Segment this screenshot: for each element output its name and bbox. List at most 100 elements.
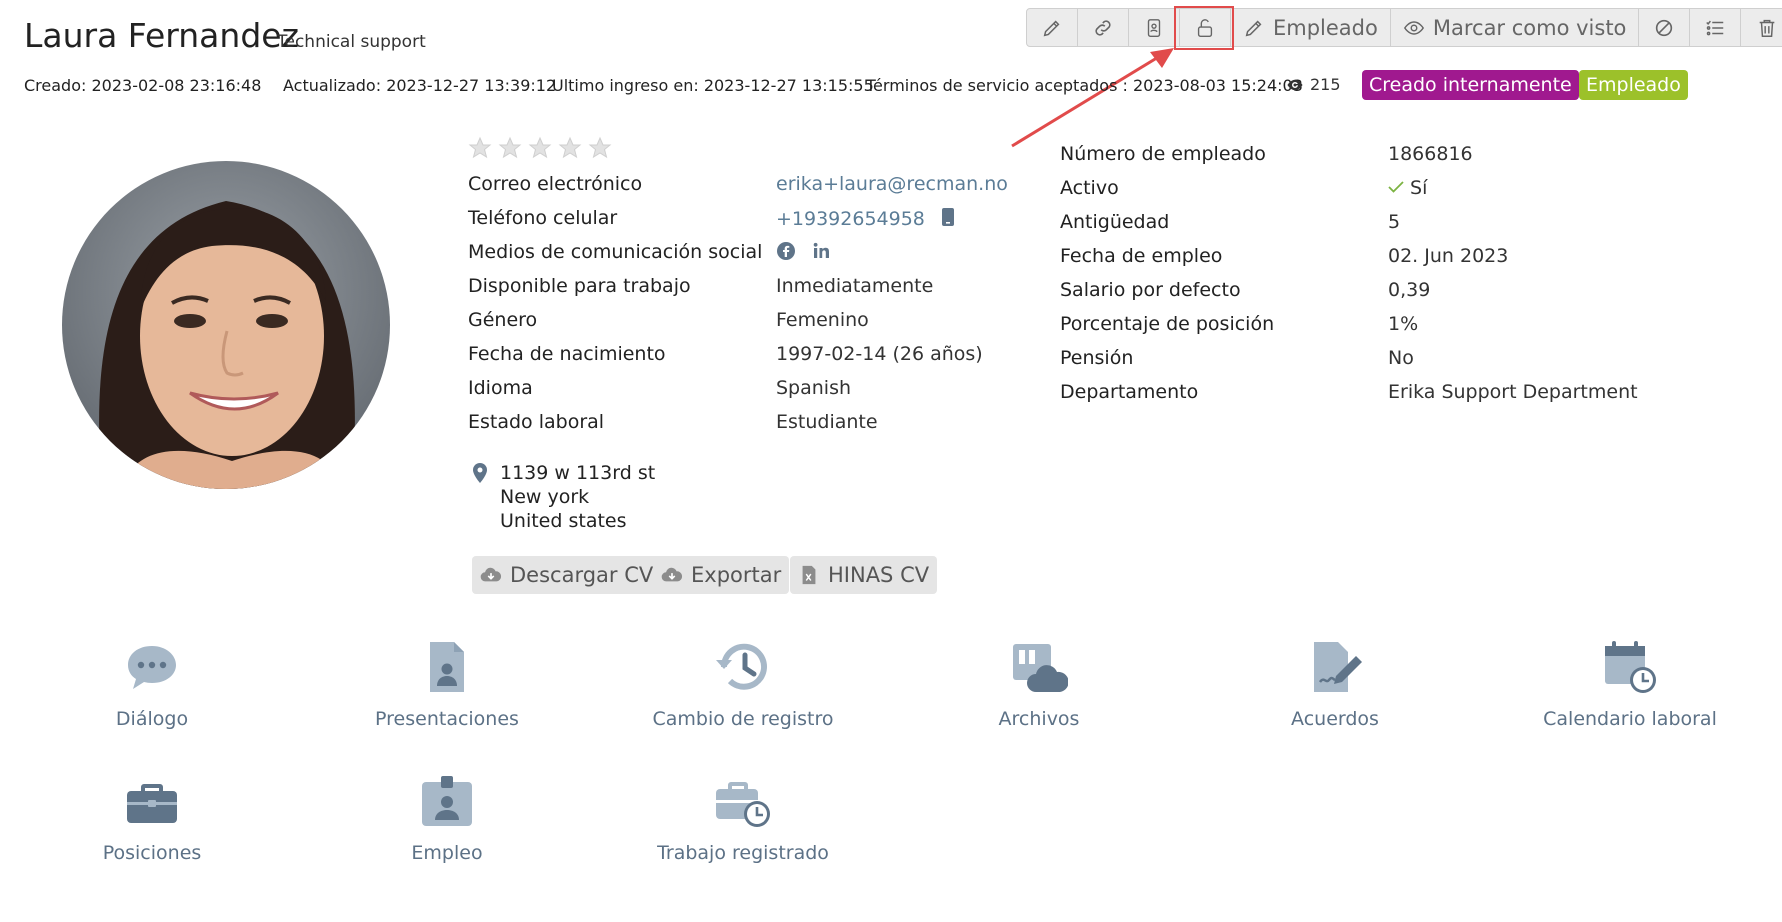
department-label: Departamento [1060, 381, 1199, 403]
badge-person-icon [422, 776, 472, 826]
employment-date-label: Fecha de empleo [1060, 245, 1223, 267]
tile-agreements-label: Acuerdos [1291, 708, 1379, 730]
tile-agreements[interactable]: Acuerdos [1215, 638, 1455, 730]
address-line-2: New york [500, 486, 590, 508]
download-cv-label: Descargar CV [510, 563, 654, 587]
tile-files-label: Archivos [998, 708, 1080, 730]
tile-dialogue-label: Diálogo [115, 708, 189, 730]
tile-presentations-label: Presentaciones [375, 708, 519, 730]
cloud-download-icon [661, 567, 683, 582]
mobile-phone-icon [941, 208, 954, 226]
action-toolbar: Empleado Marcar como visto [1026, 8, 1782, 47]
social-media-label: Medios de comunicación social [468, 241, 763, 263]
tile-change-log[interactable]: Cambio de registro [623, 638, 863, 730]
tile-dialogue[interactable]: Diálogo [32, 638, 272, 730]
star-icon[interactable] [498, 136, 522, 160]
active-value: Sí [1388, 177, 1427, 199]
position-percentage-label: Porcentaje de posición [1060, 313, 1275, 335]
hinas-cv-button[interactable]: HINAS CV [790, 556, 938, 594]
tile-employment-label: Empleo [411, 842, 483, 864]
star-icon[interactable] [588, 136, 612, 160]
list-settings-button[interactable] [1690, 9, 1742, 46]
employee-role: Technical support [277, 32, 426, 52]
position-percentage-value: 1% [1388, 313, 1419, 335]
active-label: Activo [1060, 177, 1119, 199]
employee-number-label: Número de empleado [1060, 143, 1266, 165]
star-icon[interactable] [558, 136, 582, 160]
pencil-icon [1245, 20, 1262, 36]
tile-positions[interactable]: Posiciones [32, 772, 272, 864]
hinas-cv-label: HINAS CV [828, 563, 930, 587]
link-button[interactable] [1078, 9, 1129, 46]
list-settings-icon [1706, 20, 1724, 35]
tile-registered-work-label: Trabajo registrado [657, 842, 829, 864]
active-value-text: Sí [1410, 177, 1428, 199]
contact-card-button[interactable] [1129, 9, 1180, 46]
facebook-icon[interactable] [776, 241, 796, 261]
download-cv-button[interactable]: Descargar CV [472, 556, 662, 594]
trash-icon [1759, 19, 1775, 37]
default-salary-label: Salario por defecto [1060, 279, 1241, 301]
tile-presentations[interactable]: Presentaciones [327, 638, 567, 730]
language-label: Idioma [468, 377, 533, 399]
created-date: Creado: 2023-02-08 23:16:48 [24, 76, 262, 95]
tile-work-calendar-label: Calendario laboral [1543, 708, 1717, 730]
export-label: Exportar [691, 563, 782, 587]
employee-edit-button[interactable]: Empleado [1231, 9, 1391, 46]
tile-work-calendar[interactable]: Calendario laboral [1510, 638, 1750, 730]
link-icon [1095, 19, 1111, 36]
excel-file-icon [802, 565, 816, 585]
star-icon[interactable] [528, 136, 552, 160]
view-count: 215 [1286, 75, 1341, 94]
cloud-download-icon [480, 567, 502, 582]
employee-name: Laura Fernandez [24, 16, 299, 55]
calendar-clock-icon [1605, 641, 1656, 693]
contract-sign-icon [1314, 642, 1362, 692]
mark-seen-button[interactable]: Marcar como visto [1391, 9, 1640, 46]
block-button[interactable] [1639, 9, 1691, 46]
address-block: 1139 w 113rd st New york United states [500, 461, 655, 533]
pension-value: No [1388, 347, 1414, 369]
checkmark-icon [1388, 181, 1404, 193]
briefcase-clock-icon [716, 782, 770, 827]
employment-date-value: 02. Jun 2023 [1388, 245, 1509, 267]
address-line-1: 1139 w 113rd st [500, 462, 656, 484]
language-value: Spanish [776, 377, 852, 399]
social-media-links [776, 241, 832, 266]
employment-status-label: Estado laboral [468, 411, 605, 433]
availability-label: Disponible para trabajo [468, 275, 691, 297]
phone-label: Teléfono celular [468, 207, 618, 229]
eye-icon [1403, 20, 1424, 35]
view-count-value: 215 [1310, 75, 1341, 94]
tile-positions-label: Posiciones [102, 842, 202, 864]
pension-label: Pensión [1060, 347, 1134, 369]
pencil-icon [1043, 20, 1060, 36]
contact-card-icon [1147, 18, 1161, 37]
badge-created-internally: Creado internamente [1362, 70, 1579, 100]
seniority-label: Antigüedad [1060, 211, 1170, 233]
department-value: Erika Support Department [1388, 381, 1638, 403]
delete-button[interactable] [1741, 9, 1782, 46]
export-button[interactable]: Exportar [653, 556, 790, 594]
rating-stars[interactable] [468, 136, 612, 160]
star-icon[interactable] [468, 136, 492, 160]
email-link[interactable]: erika+laura@recman.no [776, 173, 1008, 195]
badge-employee: Empleado [1579, 70, 1688, 100]
tile-employment[interactable]: Empleo [327, 772, 567, 864]
default-salary-value: 0,39 [1388, 279, 1431, 301]
tile-registered-work[interactable]: Trabajo registrado [623, 772, 863, 864]
updated-date: Actualizado: 2023-12-27 13:39:12 [283, 76, 557, 95]
phone-link[interactable]: +19392654958 [776, 207, 955, 230]
ban-icon [1656, 19, 1673, 36]
highlight-box [1174, 6, 1234, 50]
seniority-value: 5 [1388, 211, 1401, 233]
employee-number-value: 1866816 [1388, 143, 1473, 165]
linkedin-icon[interactable] [812, 241, 832, 261]
briefcase-icon [127, 784, 177, 823]
edit-button[interactable] [1027, 9, 1078, 46]
gender-label: Género [468, 309, 538, 331]
email-label: Correo electrónico [468, 173, 643, 195]
employment-status-value: Estudiante [776, 411, 878, 433]
history-icon [716, 643, 767, 690]
tile-files[interactable]: Archivos [919, 638, 1159, 730]
